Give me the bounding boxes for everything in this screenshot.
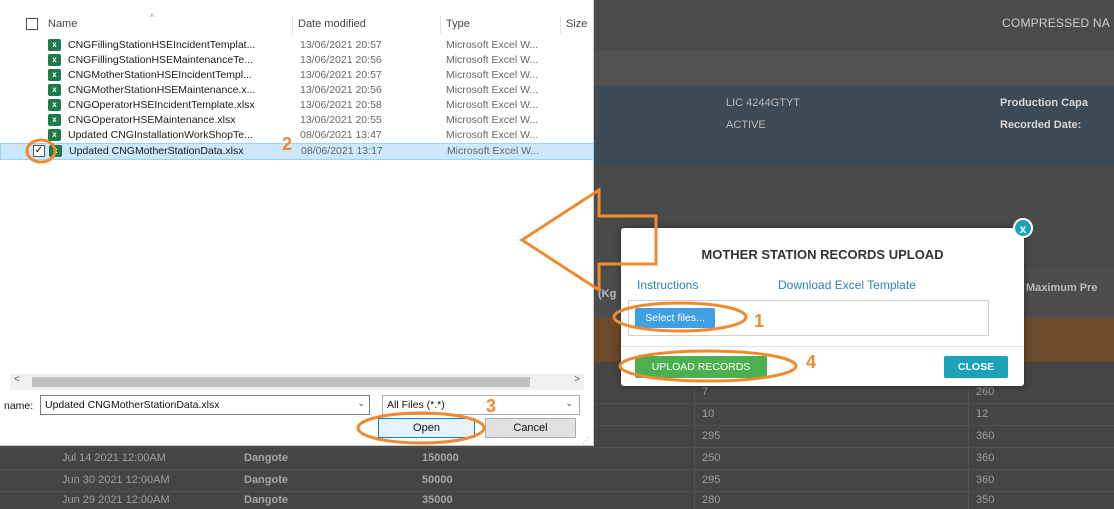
left-arrow-annotation [519,187,658,293]
step-1-label: 1 [754,311,765,331]
highlight-ellipse-checkbox [25,138,57,164]
step-4-label: 4 [806,352,817,372]
highlight-ellipse-upload [618,349,798,383]
step-2-label: 2 [282,134,293,154]
highlight-ellipse-select-files [612,301,748,333]
step-3-label: 3 [486,396,497,416]
highlight-ellipse-open [356,411,486,445]
annotation-overlay [25,138,798,445]
